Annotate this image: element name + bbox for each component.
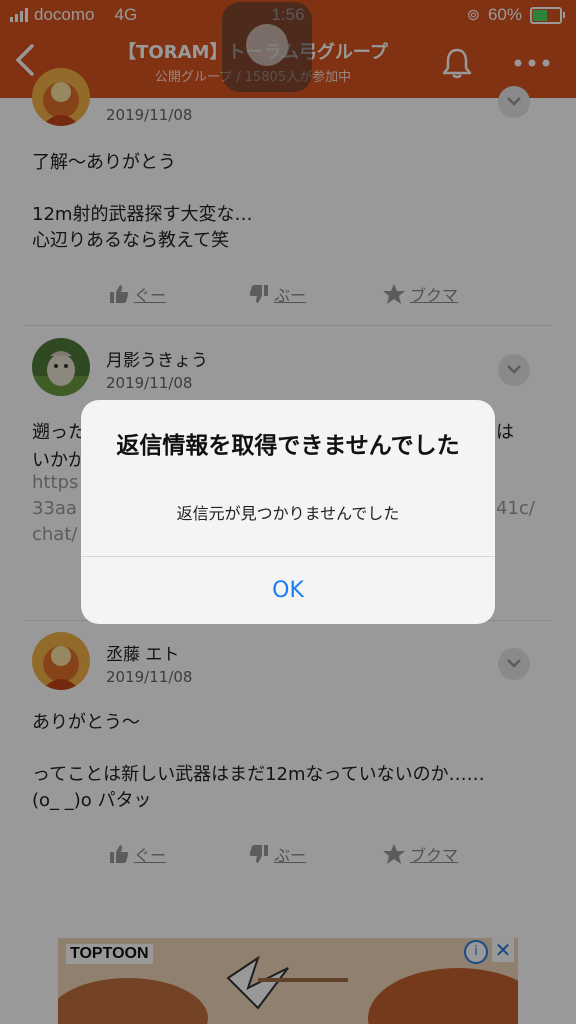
alert-dialog: 返信情報を取得できませんでした 返信元が見つかりませんでした OK bbox=[81, 400, 495, 624]
alert-title: 返信情報を取得できませんでした bbox=[116, 433, 460, 459]
ok-button[interactable]: OK bbox=[81, 557, 495, 624]
alert-message: 返信元が見つかりませんでした bbox=[176, 504, 400, 523]
